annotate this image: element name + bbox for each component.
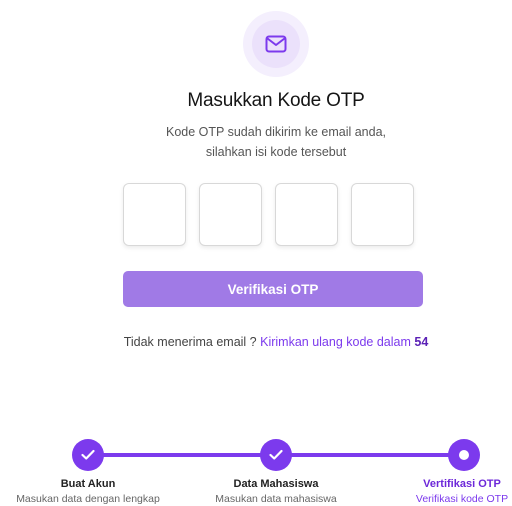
step-2-desc: Masukan data mahasiswa [215,493,337,505]
otp-digit-4[interactable] [351,183,414,246]
step-3-indicator [448,439,480,471]
verify-otp-button[interactable]: Verifikasi OTP [123,271,423,307]
resend-prefix: Tidak menerima email ? [123,335,257,349]
step-2-name: Data Mahasiswa [233,478,319,490]
otp-input-group [123,183,414,246]
mail-icon-circle [252,20,300,68]
step-1-label: Buat Akun Masukan data dengan lengkap [0,477,176,506]
otp-digit-1[interactable] [123,183,186,246]
description-line-1: Kode OTP sudah dikirim ke email anda, [165,125,387,139]
page-title: Masukkan Kode OTP [187,90,365,111]
mail-icon-badge [243,11,309,77]
otp-digit-3[interactable] [275,183,338,246]
resend-link[interactable]: Kirimkan ulang kode dalam [260,335,411,349]
step-3-desc: Verifikasi kode OTP [415,493,509,505]
mail-icon [265,35,287,53]
step-1-desc: Masukan data dengan lengkap [16,493,160,505]
step-1-name: Buat Akun [60,478,116,490]
page-description: Kode OTP sudah dikirim ke email anda, si… [0,122,512,162]
otp-digit-2[interactable] [199,183,262,246]
check-icon [269,449,283,460]
resend-countdown: 54 [414,335,429,349]
description-line-2: silahkan isi kode tersebut [205,145,347,159]
step-2-label: Data Mahasiswa Masukan data mahasiswa [196,477,356,506]
resend-text: Tidak menerima email ? Kirimkan ulang ko… [0,335,512,349]
check-icon [81,449,95,460]
step-1-indicator [72,439,104,471]
step-3-name: Vertifikasi OTP [423,478,501,490]
step-2-indicator [260,439,292,471]
step-3-label: Vertifikasi OTP Verifikasi kode OTP [412,477,512,506]
